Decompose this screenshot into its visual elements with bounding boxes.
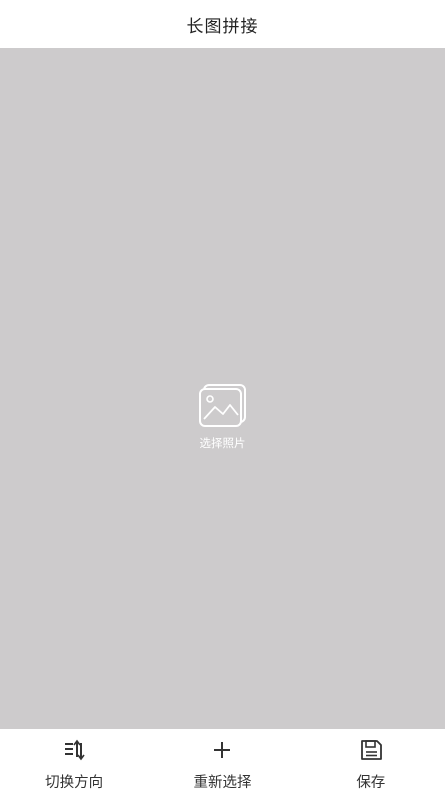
reselect-label: 重新选择 — [193, 775, 252, 791]
switch-direction-icon — [65, 739, 85, 761]
switch-direction-label: 切换方向 — [45, 775, 104, 791]
page-title: 长图拼接 — [186, 16, 259, 37]
select-photo-label: 选择照片 — [199, 436, 246, 450]
save-floppy-icon — [360, 740, 382, 760]
save-label: 保存 — [356, 775, 386, 791]
select-photo-button[interactable]: 选择照片 — [197, 383, 249, 451]
image-canvas: 选择照片 — [0, 48, 445, 729]
plus-icon — [214, 742, 231, 758]
bottom-toolbar: 切换方向 重新选择 保存 — [0, 729, 445, 795]
reselect-button[interactable]: 重新选择 — [148, 729, 296, 795]
switch-direction-button[interactable]: 切换方向 — [0, 729, 148, 795]
save-button[interactable]: 保存 — [297, 729, 445, 795]
image-gallery-icon — [198, 384, 246, 427]
header: 长图拼接 — [0, 0, 445, 48]
